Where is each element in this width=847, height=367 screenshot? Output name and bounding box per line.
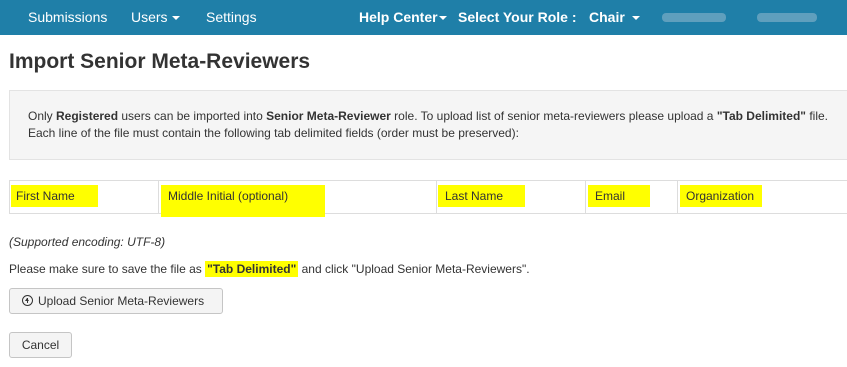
field-first-name: First Name <box>16 189 75 203</box>
info-text-part: Only <box>28 109 57 123</box>
info-text-part: users can be imported into <box>118 109 267 123</box>
nav-users-dropdown[interactable]: Users <box>131 0 180 35</box>
instruction-part: Please make sure to save the file as <box>9 262 206 276</box>
instruction-highlight: "Tab Delimited" <box>205 261 299 277</box>
field-cell: Email <box>586 181 678 213</box>
field-cell: Last Name <box>437 181 586 213</box>
nav-settings-label: Settings <box>206 9 257 25</box>
caret-down-icon <box>171 16 180 21</box>
role-dropdown[interactable]: Chair <box>589 0 640 35</box>
field-email: Email <box>595 189 626 203</box>
cancel-button[interactable]: Cancel <box>9 332 72 358</box>
nav-settings[interactable]: Settings <box>206 0 257 35</box>
caret-down-icon <box>631 16 640 21</box>
instruction-part: and click "Upload Senior Meta-Reviewers"… <box>298 262 530 276</box>
upload-button[interactable]: Upload Senior Meta-Reviewers <box>9 288 223 314</box>
upload-button-label: Upload Senior Meta-Reviewers <box>38 294 205 308</box>
encoding-note: (Supported encoding: UTF-8) <box>9 235 166 249</box>
nav-submissions[interactable]: Submissions <box>28 0 107 35</box>
blurred-user-menu[interactable] <box>757 13 817 22</box>
info-text-part: role. To upload list of senior meta-revi… <box>390 109 717 123</box>
nav-users-label: Users <box>131 9 168 25</box>
circle-arrow-up-icon <box>22 295 33 306</box>
select-role-label: Select Your Role : <box>458 9 577 25</box>
info-text: Only Registered users can be imported in… <box>28 108 828 142</box>
page-title: Import Senior Meta-Reviewers <box>9 50 311 73</box>
info-text-role: Senior Meta-Reviewer <box>266 109 391 123</box>
field-cell: Middle Initial (optional) <box>159 181 437 217</box>
nav-help-center-label: Help Center <box>359 9 438 25</box>
field-middle-initial: Middle Initial (optional) <box>168 189 289 203</box>
field-cell: First Name <box>10 181 159 213</box>
field-cell: Organization <box>678 181 847 213</box>
field-last-name: Last Name <box>445 189 504 203</box>
fields-table: First Name Middle Initial (optional) Las… <box>9 180 847 217</box>
caret-down-icon <box>438 16 447 21</box>
field-organization: Organization <box>686 189 755 203</box>
info-text-registered: Registered <box>56 109 119 123</box>
info-panel: Only Registered users can be imported in… <box>9 90 847 160</box>
instruction-text: Please make sure to save the file as "Ta… <box>9 261 530 277</box>
role-value: Chair <box>589 9 625 25</box>
nav-help-center-dropdown[interactable]: Help Center <box>359 0 447 35</box>
top-navbar: Submissions Users Settings Help Center S… <box>0 0 847 35</box>
info-text-tab-delimited: "Tab Delimited" <box>716 109 806 123</box>
blurred-user-name[interactable] <box>662 13 726 22</box>
nav-submissions-label: Submissions <box>28 9 108 25</box>
